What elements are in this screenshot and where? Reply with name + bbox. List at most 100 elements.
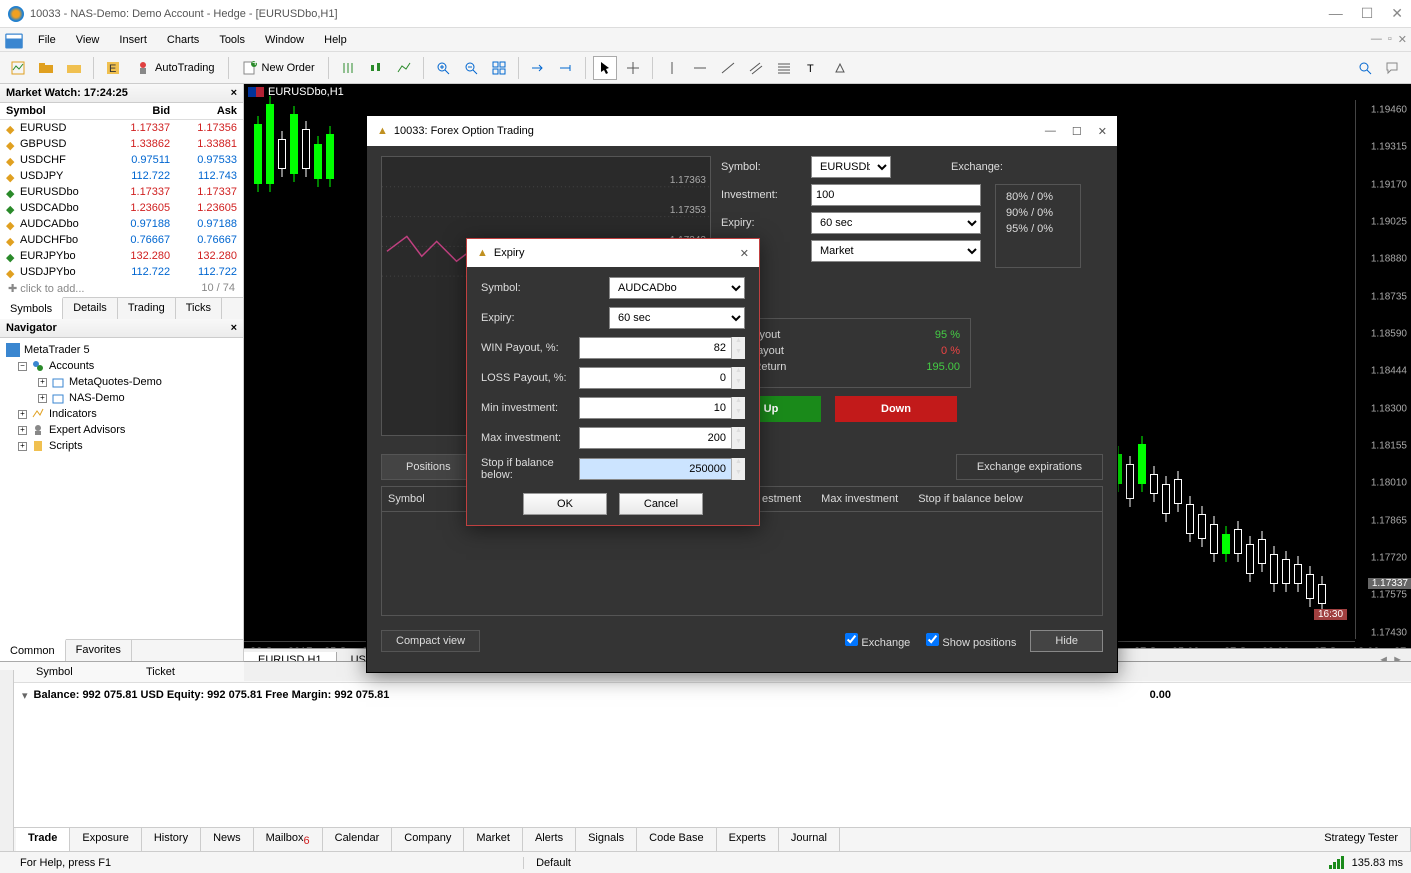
mw-row[interactable]: ◆AUDCADbo 0.97188 0.97188	[0, 216, 243, 232]
tb-tab-trade[interactable]: Trade	[16, 828, 70, 851]
spin-up-icon[interactable]: ▲	[732, 367, 745, 378]
menu-tools[interactable]: Tools	[209, 30, 255, 50]
maximize-button[interactable]: ☐	[1361, 5, 1374, 22]
profiles-icon[interactable]	[34, 56, 58, 80]
grid-col[interactable]: Max investment	[821, 493, 898, 505]
exp-max-input[interactable]	[579, 427, 745, 449]
autotrading-button[interactable]: AutoTrading	[129, 60, 221, 76]
candle-chart-icon[interactable]	[364, 56, 388, 80]
menu-view[interactable]: View	[66, 30, 110, 50]
tb-tab-alerts[interactable]: Alerts	[523, 828, 576, 851]
fibo-icon[interactable]	[772, 56, 796, 80]
mw-row[interactable]: ◆EURUSDbo 1.17337 1.17337	[0, 184, 243, 200]
tab-trading[interactable]: Trading	[118, 298, 176, 319]
mw-row[interactable]: ◆USDCADbo 1.23605 1.23605	[0, 200, 243, 216]
tab-common[interactable]: Common	[0, 639, 66, 661]
ok-button[interactable]: OK	[523, 493, 607, 515]
tb-tab-mailbox[interactable]: Mailbox6	[254, 828, 323, 851]
fot-exch-row[interactable]: 90% / 0%	[1006, 207, 1070, 219]
zoom-out-icon[interactable]	[459, 56, 483, 80]
hide-button[interactable]: Hide	[1030, 630, 1103, 652]
expiry-titlebar[interactable]: ▲ Expiry ✕	[467, 239, 759, 267]
nav-scripts[interactable]: +Scripts	[4, 438, 239, 454]
tb-tab-market[interactable]: Market	[464, 828, 523, 851]
spin-down-icon[interactable]: ▼	[732, 469, 745, 480]
close-button[interactable]: ✕	[1391, 5, 1403, 22]
trendline-icon[interactable]	[716, 56, 740, 80]
cancel-button[interactable]: Cancel	[619, 493, 703, 515]
mw-row[interactable]: ◆GBPUSD 1.33862 1.33881	[0, 136, 243, 152]
exp-expiry-select[interactable]: 60 sec	[609, 307, 745, 329]
autoscroll-icon[interactable]	[554, 56, 578, 80]
market-watch-close-icon[interactable]: ×	[231, 87, 237, 99]
exp-loss-input[interactable]	[579, 367, 745, 389]
grid-col[interactable]: Stop if balance below	[918, 493, 1023, 505]
exp-symbol-select[interactable]: AUDCADbo	[609, 277, 745, 299]
objects-icon[interactable]	[828, 56, 852, 80]
fot-expiry-select[interactable]: 60 sec	[811, 212, 981, 234]
tab-symbols[interactable]: Symbols	[0, 297, 63, 319]
menu-help[interactable]: Help	[314, 30, 357, 50]
tb-tab-company[interactable]: Company	[392, 828, 464, 851]
shift-icon[interactable]	[526, 56, 550, 80]
mdi-close-icon[interactable]: ✕	[1398, 33, 1407, 46]
spin-up-icon[interactable]: ▲	[732, 337, 745, 348]
fot-close-icon[interactable]: ✕	[1098, 125, 1107, 138]
hline-icon[interactable]	[688, 56, 712, 80]
down-button[interactable]: Down	[835, 396, 957, 422]
exp-win-input[interactable]	[579, 337, 745, 359]
fot-exch-row[interactable]: 95% / 0%	[1006, 223, 1070, 235]
new-chart-icon[interactable]	[6, 56, 30, 80]
compact-view-button[interactable]: Compact view	[381, 630, 480, 652]
crosshair-icon[interactable]	[621, 56, 645, 80]
tbx-col[interactable]: Ticket	[138, 662, 238, 682]
mdi-minimize-icon[interactable]: —	[1371, 33, 1382, 46]
fot-tab-positions[interactable]: Positions	[382, 455, 476, 479]
tb-strategy-tester[interactable]: Strategy Tester	[1312, 828, 1411, 851]
tb-tab-exposure[interactable]: Exposure	[70, 828, 141, 851]
mw-col-symbol[interactable]: Symbol	[0, 103, 109, 120]
mw-row[interactable]: ◆EURUSD 1.17337 1.17356	[0, 120, 243, 137]
fot-investment-input[interactable]	[811, 184, 981, 206]
exp-stop-input[interactable]	[579, 458, 745, 480]
spin-up-icon[interactable]: ▲	[732, 458, 745, 469]
tab-ticks[interactable]: Ticks	[176, 298, 222, 319]
tbx-col[interactable]: Symbol	[28, 662, 138, 682]
show-positions-checkbox[interactable]: Show positions	[926, 633, 1016, 649]
mw-col-ask[interactable]: Ask	[176, 103, 243, 120]
mw-add[interactable]: click to add...	[20, 283, 84, 295]
fot-exch-row[interactable]: 80% / 0%	[1006, 191, 1070, 203]
grid-col[interactable]: estment	[762, 493, 801, 505]
fot-maximize-icon[interactable]: ☐	[1072, 125, 1082, 138]
bar-chart-icon[interactable]	[336, 56, 360, 80]
zoom-in-icon[interactable]	[431, 56, 455, 80]
exchange-checkbox[interactable]: Exchange	[845, 633, 910, 649]
spin-down-icon[interactable]: ▼	[732, 348, 745, 359]
spin-down-icon[interactable]: ▼	[732, 408, 745, 419]
expiry-close-icon[interactable]: ✕	[740, 247, 749, 260]
fot-ordertype-select[interactable]: Market	[811, 240, 981, 262]
tb-tab-news[interactable]: News	[201, 828, 254, 851]
menu-file[interactable]: File	[28, 30, 66, 50]
ide-icon[interactable]: E	[101, 56, 125, 80]
tb-tab-calendar[interactable]: Calendar	[323, 828, 393, 851]
menu-charts[interactable]: Charts	[157, 30, 209, 50]
nav-indicators[interactable]: +Indicators	[4, 406, 239, 422]
channel-icon[interactable]	[744, 56, 768, 80]
open-icon[interactable]	[62, 56, 86, 80]
spin-down-icon[interactable]: ▼	[732, 378, 745, 389]
tb-tab-signals[interactable]: Signals	[576, 828, 637, 851]
tb-tab-history[interactable]: History	[142, 828, 201, 851]
vline-icon[interactable]	[660, 56, 684, 80]
text-icon[interactable]: T	[800, 56, 824, 80]
spin-down-icon[interactable]: ▼	[732, 438, 745, 449]
mw-row[interactable]: ◆EURJPYbo 132.280 132.280	[0, 248, 243, 264]
mw-row[interactable]: ◆USDJPY 112.722 112.743	[0, 168, 243, 184]
chat-icon[interactable]	[1381, 56, 1405, 80]
tab-favorites[interactable]: Favorites	[66, 640, 132, 661]
grid-col[interactable]: Symbol	[388, 493, 425, 505]
tb-tab-experts[interactable]: Experts	[717, 828, 779, 851]
minimize-button[interactable]: —	[1329, 5, 1343, 22]
spin-up-icon[interactable]: ▲	[732, 397, 745, 408]
navigator-close-icon[interactable]: ×	[231, 322, 237, 334]
